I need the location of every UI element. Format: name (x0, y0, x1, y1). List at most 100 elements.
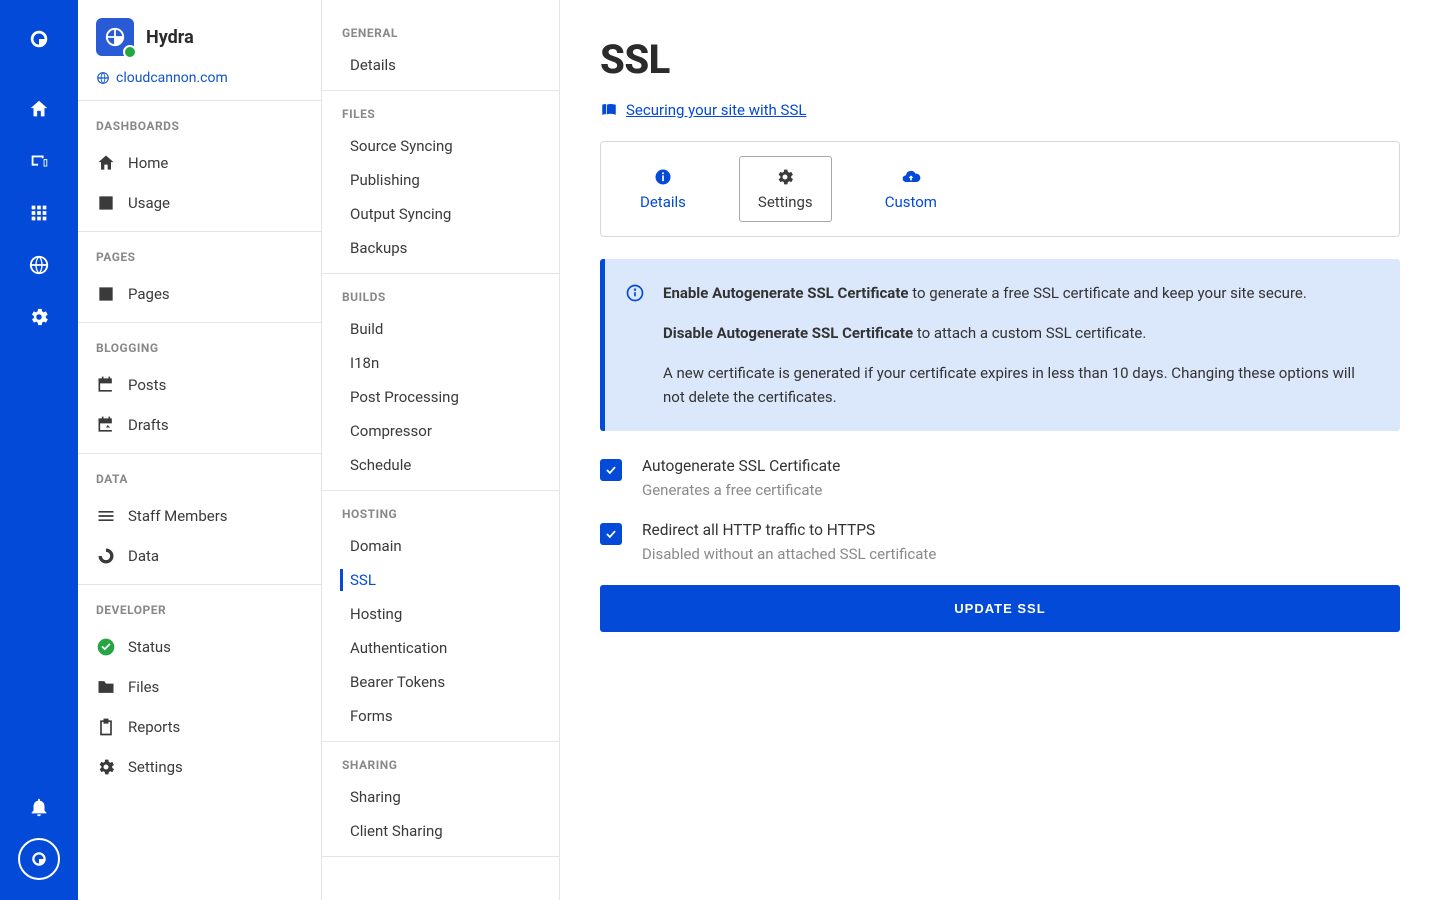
nav-item-data[interactable]: Data (78, 536, 321, 576)
doc-link[interactable]: Securing your site with SSL (626, 101, 806, 119)
nav-item-settings[interactable]: Settings (78, 747, 321, 787)
nav-item-reports[interactable]: Reports (78, 707, 321, 747)
nav-item-label: Status (128, 638, 171, 656)
home-icon (96, 153, 116, 173)
nav-item-posts[interactable]: Posts (78, 365, 321, 405)
rail-gear-icon[interactable] (18, 296, 60, 338)
nav-item-label: Posts (128, 376, 166, 394)
rail-apps-icon[interactable] (18, 192, 60, 234)
check-icon (604, 527, 618, 541)
checkbox-text: Autogenerate SSL Certificate Generates a… (642, 457, 840, 499)
settings-item-ssl[interactable]: SSL (322, 563, 559, 597)
checkbox-label: Redirect all HTTP traffic to HTTPS (642, 521, 936, 539)
page-title: SSL (600, 36, 1400, 83)
nav-item-label: Settings (128, 758, 183, 776)
calendar-edit-icon (96, 415, 116, 435)
nav-item-home[interactable]: Home (78, 143, 321, 183)
nav-item-pages[interactable]: Pages (78, 274, 321, 314)
nav-section: BLOGGINGPostsDrafts (78, 323, 321, 454)
settings-item-bearer-tokens[interactable]: Bearer Tokens (322, 665, 559, 699)
gear-icon (775, 167, 795, 187)
doc-link-row: Securing your site with SSL (600, 101, 1400, 119)
nav-item-files[interactable]: Files (78, 667, 321, 707)
rail-globe-icon[interactable] (18, 244, 60, 286)
nav-item-status[interactable]: Status (78, 627, 321, 667)
status-dot-icon (123, 45, 137, 59)
settings-item-post-processing[interactable]: Post Processing (322, 380, 559, 414)
main-content: SSL Securing your site with SSL Details S… (560, 0, 1440, 900)
settings-item-sharing[interactable]: Sharing (322, 780, 559, 814)
settings-item-client-sharing[interactable]: Client Sharing (322, 814, 559, 848)
nav-heading: DEVELOPER (78, 599, 321, 627)
nav-item-usage[interactable]: Usage (78, 183, 321, 223)
info-icon (653, 167, 673, 187)
settings-item-output-syncing[interactable]: Output Syncing (322, 197, 559, 231)
tab-settings[interactable]: Settings (739, 156, 832, 222)
settings-item-forms[interactable]: Forms (322, 699, 559, 733)
nav-item-label: Files (128, 678, 159, 696)
checkbox-help: Disabled without an attached SSL certifi… (642, 545, 936, 563)
folder-icon (96, 677, 116, 697)
settings-section: SHARINGSharingClient Sharing (322, 742, 559, 857)
checkbox-label: Autogenerate SSL Certificate (642, 457, 840, 475)
tab-label: Custom (885, 193, 937, 211)
donut-icon (96, 546, 116, 566)
nav-item-drafts[interactable]: Drafts (78, 405, 321, 445)
update-ssl-button[interactable]: UPDATE SSL (600, 585, 1400, 632)
nav-heading: DATA (78, 468, 321, 496)
rail-bell-icon[interactable] (18, 786, 60, 828)
nav-heading: DASHBOARDS (78, 115, 321, 143)
site-domain-link[interactable]: cloudcannon.com (96, 70, 303, 86)
tab-details[interactable]: Details (621, 156, 705, 222)
checkbox[interactable] (600, 459, 622, 481)
settings-section: FILESSource SyncingPublishingOutput Sync… (322, 91, 559, 274)
settings-heading: SHARING (322, 758, 559, 780)
site-sidebar: Hydra cloudcannon.com DASHBOARDS Home Usag… (78, 0, 322, 900)
banner-note: A new certificate is generated if your c… (663, 361, 1376, 409)
nav-item-label: Staff Members (128, 507, 228, 525)
banner-enable-rest: to generate a free SSL certificate and k… (909, 284, 1307, 302)
settings-item-build[interactable]: Build (322, 312, 559, 346)
global-nav-rail (0, 0, 78, 900)
rail-devices-icon[interactable] (18, 140, 60, 182)
settings-item-schedule[interactable]: Schedule (322, 448, 559, 482)
book-icon (600, 101, 618, 119)
settings-item-i18n[interactable]: I18n (322, 346, 559, 380)
settings-nav: GENERALDetailsFILESSource SyncingPublish… (322, 0, 560, 900)
tab-label: Settings (758, 193, 813, 211)
settings-item-publishing[interactable]: Publishing (322, 163, 559, 197)
banner-disable-rest: to attach a custom SSL certificate. (913, 324, 1146, 342)
settings-heading: BUILDS (322, 290, 559, 312)
info-banner-body: Enable Autogenerate SSL Certificate to g… (663, 281, 1376, 409)
globe-icon (96, 71, 110, 85)
nav-item-staff-members[interactable]: Staff Members (78, 496, 321, 536)
info-banner: Enable Autogenerate SSL Certificate to g… (600, 259, 1400, 431)
clipboard-icon (96, 717, 116, 737)
gear-icon (96, 757, 116, 777)
site-name: Hydra (146, 27, 194, 48)
settings-item-hosting[interactable]: Hosting (322, 597, 559, 631)
banner-disable-strong: Disable Autogenerate SSL Certificate (663, 324, 913, 342)
tab-custom[interactable]: Custom (866, 156, 956, 222)
nav-item-label: Home (128, 154, 168, 172)
checkbox[interactable] (600, 523, 622, 545)
calendar-icon (96, 375, 116, 395)
settings-item-domain[interactable]: Domain (322, 529, 559, 563)
ssl-tab-card: Details Settings Custom (600, 141, 1400, 237)
nav-item-label: Data (128, 547, 159, 565)
settings-section: BUILDSBuildI18nPost ProcessingCompressor… (322, 274, 559, 491)
tab-label: Details (640, 193, 686, 211)
checkbox-help: Generates a free certificate (642, 481, 840, 499)
settings-section: GENERALDetails (322, 10, 559, 91)
settings-item-source-syncing[interactable]: Source Syncing (322, 129, 559, 163)
settings-item-backups[interactable]: Backups (322, 231, 559, 265)
site-header: Hydra cloudcannon.com (78, 0, 321, 101)
settings-item-details[interactable]: Details (322, 48, 559, 82)
rail-account-avatar[interactable] (18, 838, 60, 880)
settings-item-compressor[interactable]: Compressor (322, 414, 559, 448)
nav-heading: PAGES (78, 246, 321, 274)
rail-home-icon[interactable] (18, 88, 60, 130)
nav-section: PAGESPages (78, 232, 321, 323)
settings-item-authentication[interactable]: Authentication (322, 631, 559, 665)
nav-section: DEVELOPER Status Files Reports Settings (78, 585, 321, 795)
